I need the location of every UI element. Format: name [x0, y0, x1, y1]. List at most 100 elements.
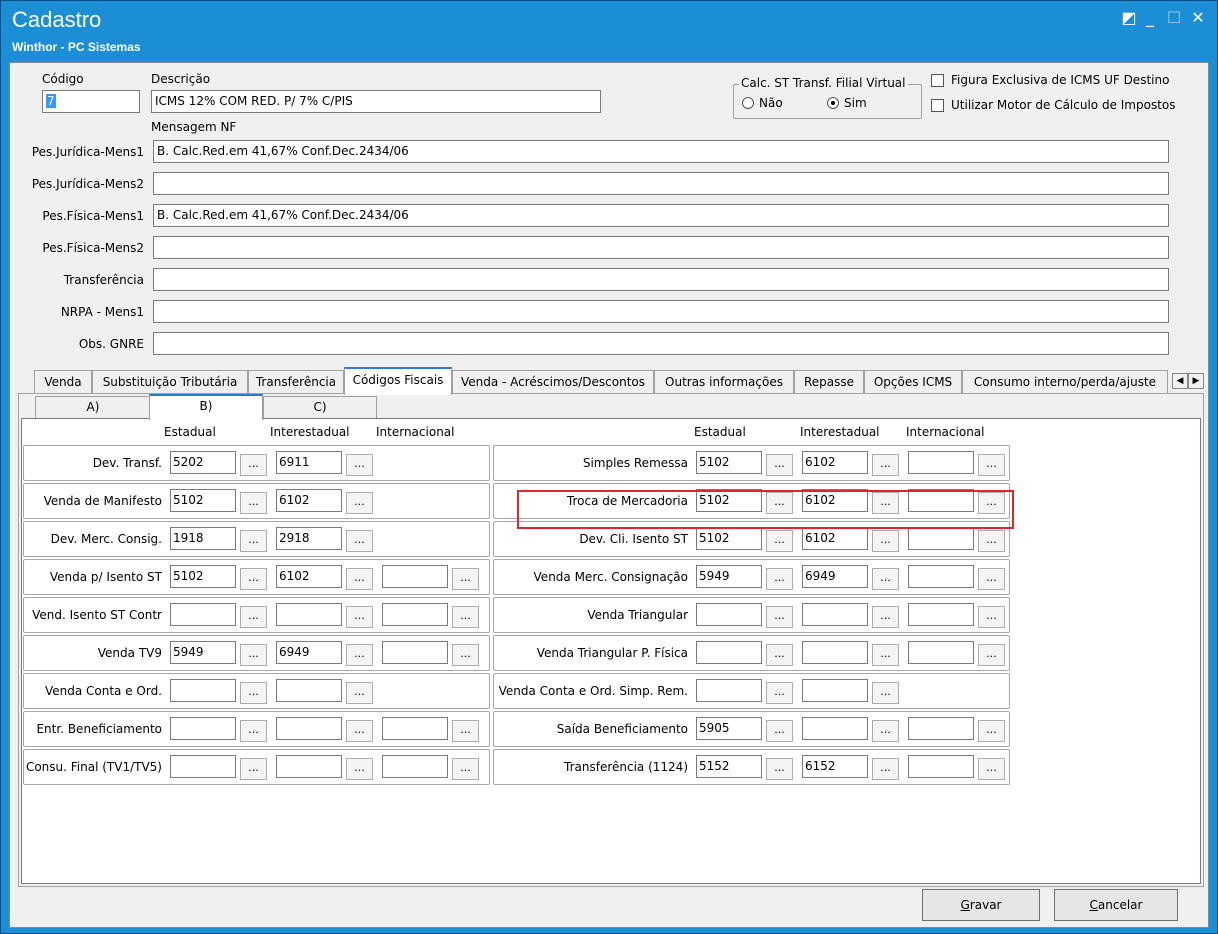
- tab-outras-informacoes[interactable]: Outras informações: [654, 370, 794, 394]
- left-consu-final-tv1-tv5-internacional-field[interactable]: [382, 755, 448, 778]
- right-transferencia-1124-internacional-browse-button[interactable]: ...: [978, 758, 1005, 780]
- left-venda-tv9-interestadual-field[interactable]: 6949: [276, 641, 342, 664]
- right-saida-beneficiamento-internacional-browse-button[interactable]: ...: [978, 720, 1005, 742]
- left-venda-tv9-estadual-browse-button[interactable]: ...: [240, 644, 267, 666]
- right-dev-cli-isento-st-interestadual-browse-button[interactable]: ...: [872, 530, 899, 552]
- left-venda-conta-e-ord-estadual-field[interactable]: [170, 679, 236, 702]
- maximize-icon[interactable]: ☐: [1161, 5, 1187, 31]
- right-venda-merc-consignacao-internacional-browse-button[interactable]: ...: [978, 568, 1005, 590]
- right-venda-conta-e-ord-simp-rem-estadual-browse-button[interactable]: ...: [766, 682, 793, 704]
- left-dev-transf-interestadual-field[interactable]: 6911: [276, 451, 342, 474]
- radio-nao[interactable]: Não: [742, 96, 783, 110]
- left-venda-p-isento-st-interestadual-field[interactable]: 6102: [276, 565, 342, 588]
- right-dev-cli-isento-st-internacional-browse-button[interactable]: ...: [978, 530, 1005, 552]
- right-venda-triangular-estadual-field[interactable]: [696, 603, 762, 626]
- subtab-b[interactable]: B): [149, 394, 263, 420]
- left-vend-isento-st-contr-interestadual-field[interactable]: [276, 603, 342, 626]
- right-venda-triangular-p-fisica-interestadual-browse-button[interactable]: ...: [872, 644, 899, 666]
- right-dev-cli-isento-st-estadual-browse-button[interactable]: ...: [766, 530, 793, 552]
- right-transferencia-1124-estadual-field[interactable]: 5152: [696, 755, 762, 778]
- right-dev-cli-isento-st-interestadual-field[interactable]: 6102: [802, 527, 868, 550]
- msg-field-nrpa[interactable]: [153, 300, 1169, 323]
- right-venda-merc-consignacao-interestadual-field[interactable]: 6949: [802, 565, 868, 588]
- tab-consumo-interno[interactable]: Consumo interno/perda/ajuste: [962, 370, 1168, 394]
- right-saida-beneficiamento-interestadual-field[interactable]: [802, 717, 868, 740]
- left-venda-de-manifesto-interestadual-browse-button[interactable]: ...: [346, 492, 373, 514]
- right-simples-remessa-estadual-browse-button[interactable]: ...: [766, 454, 793, 476]
- left-venda-conta-e-ord-interestadual-field[interactable]: [276, 679, 342, 702]
- tab-scroll-left-icon[interactable]: ◀: [1172, 373, 1188, 389]
- right-transferencia-1124-interestadual-field[interactable]: 6152: [802, 755, 868, 778]
- cancelar-button[interactable]: Cancelar: [1054, 889, 1178, 921]
- right-dev-cli-isento-st-internacional-field[interactable]: [908, 527, 974, 550]
- left-vend-isento-st-contr-internacional-browse-button[interactable]: ...: [452, 606, 479, 628]
- tab-substituicao-tributaria[interactable]: Substituição Tributária: [92, 370, 248, 394]
- right-saida-beneficiamento-estadual-browse-button[interactable]: ...: [766, 720, 793, 742]
- right-venda-triangular-internacional-field[interactable]: [908, 603, 974, 626]
- left-venda-conta-e-ord-estadual-browse-button[interactable]: ...: [240, 682, 267, 704]
- left-venda-tv9-internacional-field[interactable]: [382, 641, 448, 664]
- tab-scroll-right-icon[interactable]: ▶: [1188, 373, 1204, 389]
- tab-codigos-fiscais[interactable]: Códigos Fiscais: [344, 367, 452, 395]
- right-simples-remessa-internacional-field[interactable]: [908, 451, 974, 474]
- msg-field-transferencia[interactable]: [153, 268, 1169, 291]
- right-venda-triangular-p-fisica-internacional-field[interactable]: [908, 641, 974, 664]
- right-simples-remessa-internacional-browse-button[interactable]: ...: [978, 454, 1005, 476]
- left-vend-isento-st-contr-estadual-browse-button[interactable]: ...: [240, 606, 267, 628]
- right-venda-triangular-p-fisica-interestadual-field[interactable]: [802, 641, 868, 664]
- right-saida-beneficiamento-interestadual-browse-button[interactable]: ...: [872, 720, 899, 742]
- gravar-button[interactable]: Gravar: [922, 889, 1040, 921]
- codigo-field[interactable]: 7: [42, 90, 140, 113]
- descricao-field[interactable]: ICMS 12% COM RED. P/ 7% C/PIS: [151, 90, 601, 113]
- left-venda-p-isento-st-internacional-field[interactable]: [382, 565, 448, 588]
- left-entr-beneficiamento-internacional-field[interactable]: [382, 717, 448, 740]
- right-venda-triangular-internacional-browse-button[interactable]: ...: [978, 606, 1005, 628]
- left-consu-final-tv1-tv5-interestadual-browse-button[interactable]: ...: [346, 758, 373, 780]
- msg-field-obs-gnre[interactable]: [153, 332, 1169, 355]
- left-vend-isento-st-contr-estadual-field[interactable]: [170, 603, 236, 626]
- check-motor-calculo[interactable]: Utilizar Motor de Cálculo de Impostos: [931, 98, 1176, 112]
- msg-field-pj1[interactable]: B. Calc.Red.em 41,67% Conf.Dec.2434/06: [153, 140, 1169, 163]
- left-entr-beneficiamento-internacional-browse-button[interactable]: ...: [452, 720, 479, 742]
- left-dev-merc-consig-interestadual-field[interactable]: 2918: [276, 527, 342, 550]
- left-venda-p-isento-st-estadual-field[interactable]: 5102: [170, 565, 236, 588]
- radio-sim[interactable]: Sim: [827, 96, 867, 110]
- right-venda-triangular-p-fisica-internacional-browse-button[interactable]: ...: [978, 644, 1005, 666]
- left-venda-tv9-interestadual-browse-button[interactable]: ...: [346, 644, 373, 666]
- left-consu-final-tv1-tv5-estadual-browse-button[interactable]: ...: [240, 758, 267, 780]
- right-simples-remessa-estadual-field[interactable]: 5102: [696, 451, 762, 474]
- left-venda-tv9-internacional-browse-button[interactable]: ...: [452, 644, 479, 666]
- right-simples-remessa-interestadual-browse-button[interactable]: ...: [872, 454, 899, 476]
- tab-venda[interactable]: Venda: [34, 370, 92, 394]
- left-vend-isento-st-contr-internacional-field[interactable]: [382, 603, 448, 626]
- right-venda-triangular-interestadual-field[interactable]: [802, 603, 868, 626]
- left-venda-conta-e-ord-interestadual-browse-button[interactable]: ...: [346, 682, 373, 704]
- left-dev-transf-estadual-browse-button[interactable]: ...: [240, 454, 267, 476]
- tab-opcoes-icms[interactable]: Opções ICMS: [864, 370, 962, 394]
- msg-field-pf2[interactable]: [153, 236, 1169, 259]
- left-venda-p-isento-st-interestadual-browse-button[interactable]: ...: [346, 568, 373, 590]
- right-saida-beneficiamento-internacional-field[interactable]: [908, 717, 974, 740]
- left-venda-tv9-estadual-field[interactable]: 5949: [170, 641, 236, 664]
- right-transferencia-1124-internacional-field[interactable]: [908, 755, 974, 778]
- left-venda-de-manifesto-interestadual-field[interactable]: 6102: [276, 489, 342, 512]
- right-venda-triangular-estadual-browse-button[interactable]: ...: [766, 606, 793, 628]
- left-consu-final-tv1-tv5-estadual-field[interactable]: [170, 755, 236, 778]
- title-bar[interactable]: Cadastro Winthor - PC Sistemas ◩ _ ☐ ✕: [1, 1, 1217, 61]
- right-venda-conta-e-ord-simp-rem-interestadual-browse-button[interactable]: ...: [872, 682, 899, 704]
- left-vend-isento-st-contr-interestadual-browse-button[interactable]: ...: [346, 606, 373, 628]
- right-venda-merc-consignacao-internacional-field[interactable]: [908, 565, 974, 588]
- left-venda-p-isento-st-internacional-browse-button[interactable]: ...: [452, 568, 479, 590]
- tab-transferencia[interactable]: Transferência: [248, 370, 344, 394]
- right-venda-triangular-p-fisica-estadual-field[interactable]: [696, 641, 762, 664]
- msg-field-pf1[interactable]: B. Calc.Red.em 41,67% Conf.Dec.2434/06: [153, 204, 1169, 227]
- right-transferencia-1124-interestadual-browse-button[interactable]: ...: [872, 758, 899, 780]
- subtab-a[interactable]: A): [35, 396, 151, 418]
- left-entr-beneficiamento-estadual-field[interactable]: [170, 717, 236, 740]
- left-dev-transf-estadual-field[interactable]: 5202: [170, 451, 236, 474]
- left-entr-beneficiamento-interestadual-field[interactable]: [276, 717, 342, 740]
- left-dev-transf-interestadual-browse-button[interactable]: ...: [346, 454, 373, 476]
- left-dev-merc-consig-estadual-browse-button[interactable]: ...: [240, 530, 267, 552]
- tab-repasse[interactable]: Repasse: [794, 370, 864, 394]
- right-simples-remessa-interestadual-field[interactable]: 6102: [802, 451, 868, 474]
